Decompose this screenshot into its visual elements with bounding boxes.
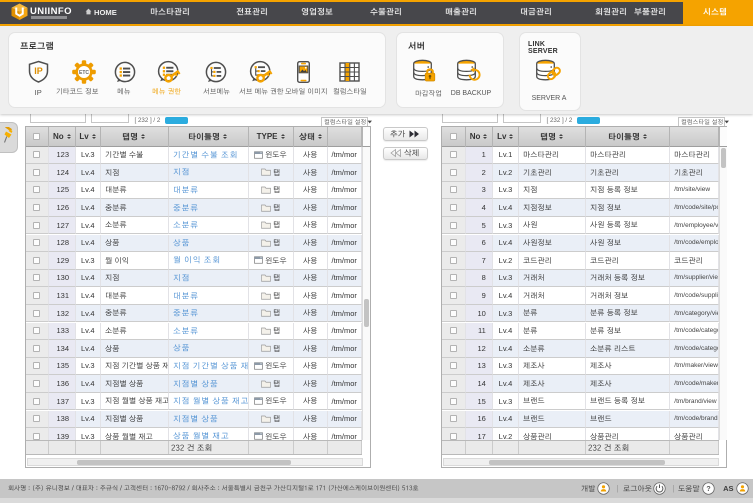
svg-text:IP: IP <box>34 66 43 76</box>
svg-text:?: ? <box>706 486 710 493</box>
svg-text:ETC: ETC <box>79 70 89 76</box>
